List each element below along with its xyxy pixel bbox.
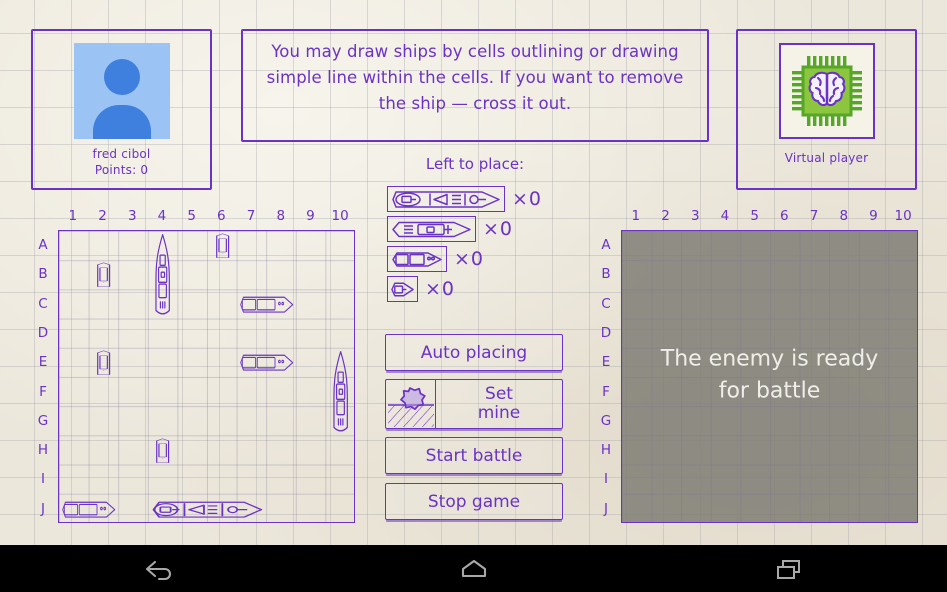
set-mine-label-wrap: Set mine [436,385,562,423]
player-board-row-header-H: H [37,442,49,459]
back-icon[interactable] [0,545,316,592]
start-battle-label: Start battle [425,445,523,466]
ship-submarine-1[interactable] [213,233,232,263]
fleet-row-battleship-4[interactable]: ×0 [387,186,542,212]
game-screen: fred cibol Points: 0 You may draw ships … [0,0,947,545]
ship-submarine-1[interactable] [94,262,113,292]
ship-destroyer-2[interactable] [239,295,294,318]
enemy-board-row-header-J: J [604,500,608,517]
player-board-row-header-D: D [37,324,49,341]
enemy-board-col-header-6: 6 [780,208,789,224]
avatar-head [103,59,140,95]
set-mine-button[interactable]: Set mine [385,379,563,429]
player-board-row-header-C: C [38,295,48,312]
ship-submarine-1[interactable] [153,438,172,468]
enemy-board-col-header-4: 4 [720,208,730,224]
ship-destroyer-2[interactable] [239,353,294,376]
fleet-row-submarine-1[interactable]: ×0 [387,276,455,302]
virtual-player-panel: Virtual player [736,29,917,190]
enemy-board-col-header-2: 2 [661,208,670,224]
sea-mine-icon [386,380,436,428]
enemy-status-message: The enemy is ready for battle [660,346,879,404]
player-board-row-header-F: F [39,383,47,400]
auto-placing-label: Auto placing [420,342,528,363]
player-board-col-header-1: 1 [68,208,78,224]
enemy-board-row-header-G: G [600,412,612,429]
enemy-board-col-header-1: 1 [631,208,641,224]
left-to-place-title: Left to place: [425,155,525,173]
player-board-row-header-J: J [41,500,45,517]
player-board-col-header-2: 2 [98,208,107,224]
stop-game-button[interactable]: Stop game [385,483,563,520]
enemy-board-row-header-B: B [601,266,611,283]
enemy-board-grid[interactable]: The enemy is ready for battle [621,230,918,523]
hint-box: You may draw ships by cells outlining or… [241,29,709,142]
player-board-col-header-10: 10 [331,208,349,224]
player-board-row-header-I: I [41,471,45,488]
cpu-brain-icon [778,43,875,139]
enemy-board-col-header-5: 5 [750,208,759,224]
fleet-row-cruiser-3[interactable]: ×0 [387,216,513,242]
ship-cruiser-3[interactable] [331,350,350,439]
player-board-col-header-4: 4 [157,208,167,224]
ship-submarine-1[interactable] [94,350,113,380]
set-mine-label-line1: Set [485,384,513,404]
player-points: Points: 0 [94,163,149,177]
auto-placing-button[interactable]: Auto placing [385,334,563,371]
ship-battleship-4[interactable] [150,500,265,523]
player-board-grid[interactable] [58,230,355,523]
enemy-board-col-header-10: 10 [894,208,912,224]
hint-text: You may draw ships by cells outlining or… [266,42,684,113]
start-battle-button[interactable]: Start battle [385,437,563,474]
fleet-count-cruiser-3: ×0 [483,218,514,240]
ship-cruiser-3[interactable] [153,233,172,322]
android-navigation-bar [0,545,947,592]
set-mine-label-line2: mine [477,403,521,423]
enemy-board-col-header-7: 7 [809,208,819,224]
enemy-board-row-header-I: I [604,471,608,488]
fleet-count-battleship-4: ×0 [512,188,543,210]
enemy-board-row-header-A: A [601,237,611,253]
home-icon[interactable] [316,545,632,592]
player-board-row-header-G: G [37,412,49,429]
ship-destroyer-2[interactable] [61,500,116,523]
player-info-panel: fred cibol Points: 0 [31,29,212,190]
player-board-col-header-8: 8 [276,208,286,224]
fleet-icon-submarine-1 [387,276,418,302]
enemy-board-col-header-3: 3 [690,208,700,224]
enemy-board-row-header-E: E [601,354,611,371]
player-board-row-header-A: A [38,237,48,253]
player-board-col-header-5: 5 [187,208,196,224]
enemy-board-col-header-9: 9 [869,208,878,224]
player-board-row-header-E: E [38,354,48,371]
player-board-col-header-9: 9 [306,208,315,224]
recent-apps-icon[interactable] [631,545,947,592]
fleet-icon-battleship-4 [387,186,505,212]
player-board-col-header-7: 7 [246,208,256,224]
enemy-board-col-header-8: 8 [839,208,849,224]
person-avatar-icon [73,43,170,139]
fleet-count-destroyer-2: ×0 [454,248,485,270]
enemy-board-row-header-H: H [600,442,612,459]
player-board-col-header-3: 3 [127,208,137,224]
player-name: fred cibol [92,147,151,161]
player-board-col-header-6: 6 [217,208,226,224]
enemy-board-row-header-F: F [602,383,610,400]
fleet-row-destroyer-2[interactable]: ×0 [387,246,484,272]
fleet-icon-cruiser-3 [387,216,476,242]
virtual-player-name: Virtual player [784,151,869,165]
enemy-board-row-header-C: C [601,295,611,312]
enemy-board-row-header-D: D [600,324,612,341]
avatar-body [92,105,151,139]
fleet-icon-destroyer-2 [387,246,447,272]
stop-game-label: Stop game [427,491,521,512]
player-board-row-header-B: B [38,266,48,283]
fleet-count-submarine-1: ×0 [425,278,456,300]
